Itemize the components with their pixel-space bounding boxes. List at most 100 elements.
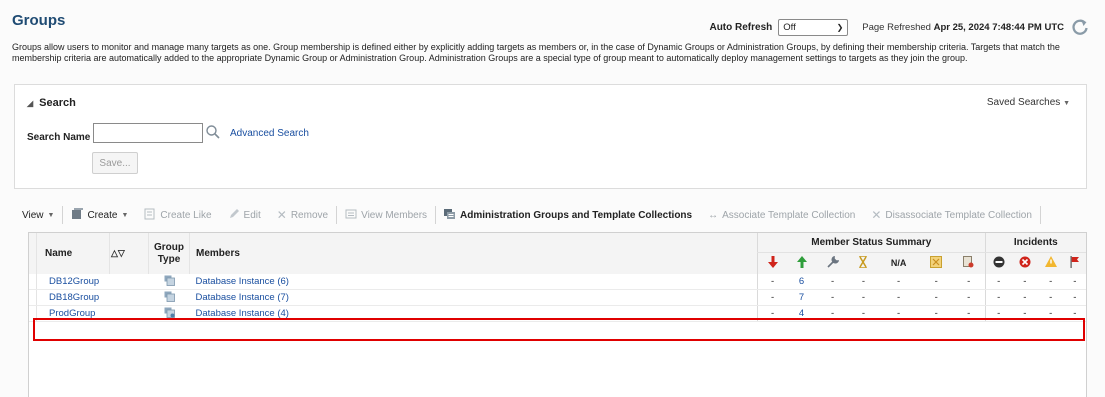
remove-icon: ✕: [276, 208, 287, 222]
incident-warning-icon[interactable]: [1037, 252, 1064, 274]
saved-searches-menu[interactable]: Saved Searches ▼: [987, 97, 1070, 108]
col-members[interactable]: Members: [189, 233, 758, 274]
refresh-icon[interactable]: [1070, 17, 1090, 37]
table-row[interactable]: DB18Group Database Instance (7) - 7 - - - - - - - -…: [29, 289, 1086, 306]
status-cell-text: -: [830, 276, 835, 287]
view-menu[interactable]: View ▼: [14, 201, 62, 229]
incident-minus-icon[interactable]: [984, 252, 1012, 274]
wrench-icon[interactable]: [815, 252, 850, 274]
group-name-link[interactable]: DB12Group: [49, 276, 99, 287]
status-cell: -: [919, 289, 953, 306]
remove-button[interactable]: ✕ Remove: [269, 201, 336, 229]
col-group-type[interactable]: Group Type: [148, 233, 190, 274]
group-name-link[interactable]: DB18Group: [49, 292, 99, 303]
dropdown-arrow-icon: ▼: [47, 211, 55, 219]
status-down-count: -: [757, 289, 788, 306]
members-link[interactable]: Database Instance (7): [196, 292, 289, 303]
group-name-cell[interactable]: DB18Group: [36, 289, 149, 306]
view-members-button[interactable]: View Members: [337, 201, 435, 229]
incident-cell: -: [1011, 305, 1038, 322]
members-cell[interactable]: Database Instance (6): [189, 274, 758, 290]
groups-page: Groups Auto Refresh Off ❯ Page Refreshed…: [0, 0, 1105, 397]
dropdown-arrow-icon: ▼: [1063, 100, 1070, 107]
status-down-icon[interactable]: [757, 252, 788, 274]
search-title: Search: [39, 97, 76, 109]
view-members-label: View Members: [361, 209, 428, 221]
incident-cell: -: [1011, 274, 1038, 290]
admin-groups-button[interactable]: Administration Groups and Template Colle…: [436, 201, 700, 229]
members-cell[interactable]: Database Instance (4): [189, 305, 758, 322]
row-header-col: [29, 233, 37, 274]
status-cell: -: [952, 289, 986, 306]
edit-button[interactable]: Edit: [220, 201, 269, 229]
members-link[interactable]: Database Instance (6): [196, 276, 289, 287]
incident-flag-icon[interactable]: [1063, 252, 1086, 274]
status-cell: -: [877, 274, 920, 290]
incident-cell: -: [984, 289, 1012, 306]
status-up-count-text[interactable]: 7: [799, 292, 804, 303]
incident-critical-icon[interactable]: [1011, 252, 1038, 274]
create-like-button[interactable]: Create Like: [136, 201, 219, 229]
status-up-count-text[interactable]: 6: [799, 276, 804, 287]
status-down-count-text: -: [771, 276, 775, 287]
status-up-count[interactable]: 4: [787, 305, 816, 322]
associate-label: Associate Template Collection: [722, 209, 856, 221]
sort-descending-icon[interactable]: ▽: [118, 248, 125, 258]
disassociate-template-button[interactable]: ✕ Disassociate Template Collection: [863, 201, 1040, 229]
group-name-link[interactable]: ProdGroup: [49, 308, 95, 319]
auto-refresh-select[interactable]: Off ❯: [778, 18, 849, 36]
status-up-icon[interactable]: [787, 252, 816, 274]
search-header[interactable]: ◢ Search: [27, 97, 76, 109]
status-error-icon[interactable]: [919, 252, 953, 274]
associate-template-button[interactable]: ↔ Associate Template Collection: [700, 201, 863, 229]
members-link[interactable]: Database Instance (4): [196, 308, 289, 319]
incident-cell: -: [1063, 274, 1086, 290]
group-name-cell[interactable]: DB12Group: [36, 274, 149, 290]
status-up-count[interactable]: 6: [787, 274, 816, 290]
status-cell: -: [877, 289, 920, 306]
status-up-count[interactable]: 7: [787, 289, 816, 306]
incident-cell: -: [1037, 305, 1064, 322]
status-up-count-text[interactable]: 4: [799, 308, 804, 319]
group-name-cell[interactable]: ProdGroup: [36, 305, 149, 322]
status-down-count: -: [757, 274, 788, 290]
status-cell-text: -: [934, 308, 938, 319]
status-cell: -: [815, 289, 850, 306]
search-name-label: Search Name: [27, 132, 91, 143]
sort-ascending-icon[interactable]: △: [111, 248, 118, 258]
create-label: Create: [87, 209, 118, 221]
status-blackout-icon[interactable]: [952, 252, 986, 274]
incident-cell-text: -: [1023, 292, 1027, 303]
incident-cell-text: -: [1049, 292, 1053, 303]
incident-cell: -: [1037, 289, 1064, 306]
status-na-label[interactable]: N/A: [877, 252, 920, 274]
toolbar-divider: [1039, 206, 1041, 224]
row-header[interactable]: [29, 305, 37, 322]
col-name-label: Name: [45, 248, 73, 259]
list-icon: [345, 208, 357, 223]
incident-cell-text: -: [997, 308, 1001, 319]
status-cell-text: -: [967, 308, 971, 319]
link-arrows-icon: ↔: [708, 209, 719, 221]
table-row[interactable]: ProdGroup Database Instance (4) - 4 - - - - - - - -…: [29, 305, 1086, 322]
hourglass-icon[interactable]: [849, 252, 878, 274]
sort-arrows[interactable]: △▽: [109, 233, 149, 274]
col-name[interactable]: Name: [36, 233, 110, 274]
incident-cell-text: -: [1073, 292, 1077, 303]
search-name-input[interactable]: [93, 123, 203, 143]
status-cell-text: -: [897, 276, 901, 287]
save-search-button[interactable]: Save...: [92, 152, 138, 174]
table-row[interactable]: DB12Group Database Instance (6) - 6 - - - - - - - -…: [29, 274, 1086, 290]
admin-groups-icon: [444, 208, 456, 223]
page-refreshed-text: Page Refreshed Apr 25, 2024 7:48:44 PM U…: [862, 22, 1064, 33]
search-icon[interactable]: [205, 124, 221, 143]
status-cell-text: -: [934, 292, 938, 303]
row-header[interactable]: [29, 274, 37, 290]
search-panel: ◢ Search Saved Searches ▼ Search Name Ad…: [14, 84, 1087, 189]
status-cell: -: [952, 274, 986, 290]
incident-cell: -: [1037, 274, 1064, 290]
create-menu[interactable]: Create ▼: [63, 201, 136, 229]
advanced-search-link[interactable]: Advanced Search: [230, 128, 309, 139]
members-cell[interactable]: Database Instance (7): [189, 289, 758, 306]
row-header[interactable]: [29, 289, 37, 306]
